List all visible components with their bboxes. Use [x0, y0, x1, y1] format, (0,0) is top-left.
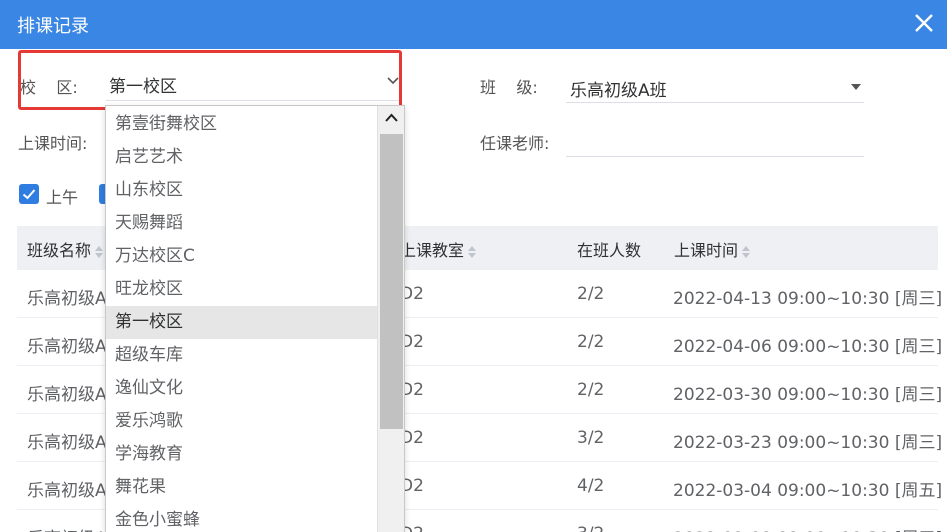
cell-count: 2/2 [577, 332, 605, 352]
cell-class: 乐高初级A [27, 524, 107, 532]
scrollbar-thumb[interactable] [380, 134, 403, 429]
dialog-titlebar: 排课记录 [0, 0, 947, 49]
dropdown-option[interactable]: 山东校区 [106, 174, 378, 207]
cell-count: 3/2 [577, 428, 605, 448]
cell-class: 乐高初级A [27, 289, 107, 309]
class-underline [566, 102, 864, 103]
teacher-input[interactable] [566, 124, 864, 156]
cell-count: 3/2 [577, 524, 604, 532]
caret-down-icon [851, 84, 861, 90]
sort-icon[interactable] [468, 245, 477, 258]
cell-class: 乐高初级A [27, 433, 107, 453]
close-icon[interactable] [913, 12, 935, 34]
cell-count: 2/2 [577, 284, 605, 304]
cell-class: 乐高初级A [27, 385, 107, 405]
class-label: 班 级: [480, 78, 538, 97]
class-value: 乐高初级A班 [570, 81, 667, 101]
dropdown-option[interactable]: 第壹街舞校区 [106, 108, 378, 141]
dialog-title: 排课记录 [17, 16, 89, 37]
cell-time: 2022-03-04 09:00~10:30 [周五] [673, 481, 943, 501]
column-header-count: 在班人数 [577, 241, 642, 260]
dropdown-option[interactable]: 万达校区C [106, 240, 378, 273]
cell-class: 乐高初级A [27, 337, 107, 357]
dropdown-option[interactable]: 学海教育 [106, 438, 378, 471]
cell-time: 2022-03-23 09:00~10:30 [周三] [673, 433, 943, 453]
campus-label: 校 区: [20, 78, 78, 97]
check-icon [22, 189, 36, 200]
cell-time: 2022-04-06 09:00~10:30 [周三] [673, 337, 943, 357]
cell-time: 2022-04-13 09:00~10:30 [周三] [673, 289, 943, 309]
dropdown-option[interactable]: 舞花果 [106, 471, 378, 504]
morning-label: 上午 [46, 188, 79, 207]
sort-icon[interactable] [742, 245, 751, 258]
scroll-up-icon[interactable] [378, 106, 405, 131]
column-header-time[interactable]: 上课时间 [674, 237, 751, 261]
chevron-down-icon [387, 77, 399, 85]
campus-underline [106, 100, 402, 101]
cell-count: 2/2 [577, 380, 605, 400]
campus-select[interactable]: 第一校区 [106, 64, 402, 100]
dropdown-option[interactable]: 旺龙校区 [106, 273, 378, 306]
column-header-class[interactable]: 班级名称 [27, 237, 104, 261]
dropdown-option[interactable]: 天赐舞蹈 [106, 207, 378, 240]
cell-class: 乐高初级A [27, 481, 107, 501]
dropdown-option[interactable]: 启艺艺术 [106, 141, 378, 174]
dropdown-option[interactable]: 爱乐鸿歌 [106, 405, 378, 438]
teacher-underline [566, 156, 864, 157]
column-header-room[interactable]: 上课教室 [400, 237, 477, 261]
dropdown-option[interactable]: 超级车库 [106, 339, 378, 372]
dropdown-option[interactable]: 逸仙文化 [106, 372, 378, 405]
cell-count: 4/2 [577, 476, 605, 496]
class-select[interactable]: 乐高初级A班 [566, 70, 864, 102]
dropdown-option[interactable]: 金色小蜜蜂 [106, 504, 378, 532]
cell-time: 2022-02-09 09:00~10:30 [周三] [673, 524, 942, 532]
campus-dropdown[interactable]: 第壹街舞校区 启艺艺术 山东校区 天赐舞蹈 万达校区C 旺龙校区 第一校区 超级… [105, 105, 405, 532]
campus-value: 第一校区 [109, 77, 177, 97]
dropdown-scrollbar[interactable] [377, 106, 404, 532]
sort-icon[interactable] [95, 245, 104, 258]
teacher-label: 任课老师: [480, 134, 550, 153]
dropdown-option-selected[interactable]: 第一校区 [106, 306, 378, 339]
time-label: 上课时间: [18, 134, 88, 153]
cell-time: 2022-03-30 09:00~10:30 [周三] [673, 385, 943, 405]
morning-checkbox[interactable] [19, 184, 39, 204]
